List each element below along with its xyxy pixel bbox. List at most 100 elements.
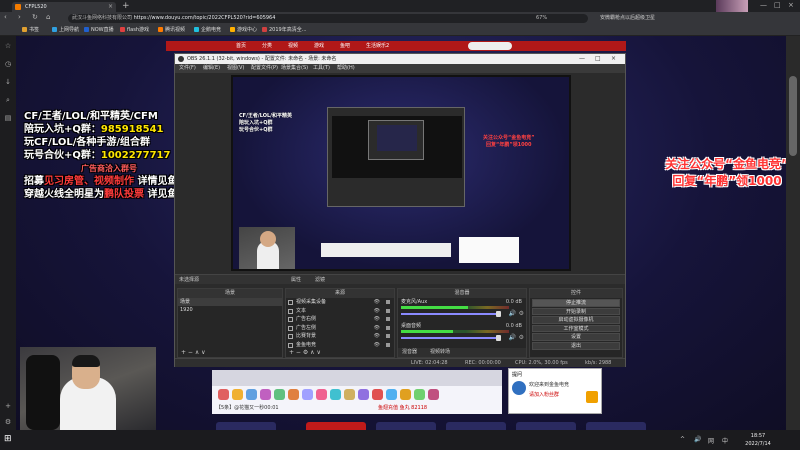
lock-icon[interactable] [386, 342, 390, 347]
speaker-icon[interactable]: 🔊 [509, 334, 516, 341]
browser-tab[interactable]: CFPL520 × [12, 2, 116, 12]
tab-mixer[interactable]: 混音器 [402, 348, 417, 357]
speaker-icon[interactable]: 🔊 [509, 310, 516, 317]
bookmark-item[interactable]: NOW直播 [84, 25, 114, 36]
scrollbar-thumb[interactable] [789, 76, 797, 156]
stop-streaming-button[interactable]: 停止推流 [532, 299, 620, 307]
obs-maximize-button[interactable]: □ [595, 54, 601, 64]
gear-icon[interactable]: ⚙ [519, 310, 524, 317]
minimize-button[interactable]: — [760, 1, 767, 9]
obs-menu-scene-collection[interactable]: 场景集合(S) [281, 64, 308, 73]
reload-icon[interactable]: ↻ [32, 13, 38, 21]
zoom-level[interactable]: 67% [536, 14, 547, 23]
page-tab[interactable] [516, 422, 576, 430]
volume-slider[interactable] [401, 313, 497, 315]
settings-icon[interactable]: ⚙ [4, 418, 12, 426]
bookmark-item[interactable]: 2019年高清全... [262, 25, 307, 36]
gift-icon[interactable] [232, 389, 243, 400]
sources-footer-buttons[interactable]: + − ⚙ ∧ ∨ [286, 348, 394, 357]
site-nav-item[interactable]: 游戏 [314, 41, 324, 51]
gift-icon[interactable] [260, 389, 271, 400]
start-virtual-camera-button[interactable]: 启动虚拟摄像机 [532, 316, 620, 324]
gift-icon[interactable] [316, 389, 327, 400]
gift-icon[interactable] [428, 389, 439, 400]
maximize-button[interactable]: □ [774, 1, 781, 9]
properties-button[interactable]: 属性 [291, 275, 301, 285]
site-nav-item[interactable]: 分类 [262, 41, 272, 51]
site-nav-item[interactable]: 生活娱乐2 [366, 41, 389, 51]
scene-item[interactable]: 场景 [178, 298, 282, 306]
tray-overflow-icon[interactable]: ^ [680, 436, 685, 443]
site-nav-item[interactable]: 视频 [288, 41, 298, 51]
volume-slider-knob[interactable] [496, 311, 501, 317]
gift-icon[interactable] [386, 389, 397, 400]
settings-button[interactable]: 设置 [532, 333, 620, 341]
scenes-footer-buttons[interactable]: + − ∧ ∨ [178, 348, 282, 357]
filters-button[interactable]: 滤镜 [315, 275, 325, 285]
url-input[interactable]: 武汉斗鱼网络科技有限公司 https://www.douyu.com/topic… [68, 14, 588, 23]
new-tab-button[interactable]: + [122, 0, 130, 12]
gift-icon[interactable] [274, 389, 285, 400]
obs-menu-profile[interactable]: 配置文件(P) [251, 64, 278, 73]
obs-minimize-button[interactable]: — [579, 54, 585, 64]
exit-button[interactable]: 退出 [532, 341, 620, 350]
obs-menu-tools[interactable]: 工具(T) [313, 64, 330, 73]
gift-icon[interactable] [372, 389, 383, 400]
mini-banner[interactable]: 提问 欢迎来到金鱼电竞 请加入粉丝群 [508, 368, 602, 414]
obs-preview[interactable]: CF/王者/LOL/和平精英 陪玩入坑+Q群 玩号合伙+Q群 关注公众号“金鱼电… [231, 75, 571, 271]
bookmark-item[interactable]: 游戏中心 [230, 25, 257, 36]
bookmark-item[interactable]: 上网导航 [52, 25, 79, 36]
ime-icon[interactable]: 中 [722, 436, 728, 445]
obs-menu-file[interactable]: 文件(F) [179, 64, 196, 73]
eye-icon[interactable]: 👁 [374, 332, 380, 341]
source-item[interactable]: 比赛背景 👁 [286, 332, 394, 341]
site-search-input[interactable] [468, 42, 512, 50]
gift-icon[interactable] [344, 389, 355, 400]
eye-icon[interactable]: 👁 [374, 315, 380, 324]
add-icon[interactable]: + [4, 402, 12, 410]
lock-icon[interactable] [386, 300, 390, 304]
bookmark-item[interactable]: 企鹅电竞 [194, 25, 221, 36]
site-nav-item[interactable]: 鱼吧 [340, 41, 350, 51]
history-icon[interactable]: ◷ [4, 60, 12, 68]
volume-slider-knob[interactable] [496, 335, 501, 341]
gift-icon[interactable] [302, 389, 313, 400]
studio-mode-button[interactable]: 工作室模式 [532, 324, 620, 333]
page-tab[interactable] [586, 422, 646, 430]
bookmark-item[interactable]: 书签 [22, 25, 39, 36]
bookmark-panel-icon[interactable]: ☆ [4, 42, 12, 50]
tab-transitions[interactable]: 视频转场 [430, 348, 450, 357]
tab-close-icon[interactable]: × [108, 2, 113, 12]
obs-menu-help[interactable]: 帮助(H) [337, 64, 355, 73]
volume-icon[interactable]: 🔊 [694, 436, 701, 443]
eye-icon[interactable]: 👁 [374, 298, 380, 307]
gift-icon[interactable] [246, 389, 257, 400]
gift-icon[interactable] [288, 389, 299, 400]
windows-start-icon[interactable]: ⊞ [4, 435, 13, 444]
scene-item[interactable]: 1920 [178, 306, 282, 314]
extension-text[interactable]: 安微霸枪点以后超级卫星 [600, 14, 655, 23]
obs-menu-view[interactable]: 视图(V) [227, 64, 244, 73]
page-tab[interactable] [306, 422, 366, 430]
obs-close-button[interactable]: × [611, 54, 616, 64]
page-scrollbar[interactable] [786, 36, 800, 430]
lock-icon[interactable] [386, 308, 390, 313]
network-icon[interactable]: 网 [708, 436, 714, 445]
note-icon[interactable]: ▤ [4, 114, 12, 122]
eye-icon[interactable]: 👁 [374, 307, 380, 316]
obs-menu-edit[interactable]: 编辑(E) [203, 64, 220, 73]
lock-icon[interactable] [386, 325, 390, 330]
eye-icon[interactable]: 👁 [374, 324, 380, 333]
source-item[interactable]: 广告左侧 👁 [286, 324, 394, 333]
search-icon[interactable]: ⌕ [4, 96, 12, 104]
source-item[interactable]: 视频采集设备 👁 [286, 298, 394, 307]
bookmark-item[interactable]: flash游戏 [120, 25, 149, 36]
source-item[interactable]: 广告右侧 👁 [286, 315, 394, 324]
volume-slider[interactable] [401, 337, 497, 339]
page-tab[interactable] [376, 422, 436, 430]
site-nav-item[interactable]: 首页 [236, 41, 246, 51]
gift-icon[interactable] [414, 389, 425, 400]
gift-icon[interactable] [218, 389, 229, 400]
profile-avatar[interactable] [716, 0, 748, 12]
page-tab[interactable] [216, 422, 276, 430]
